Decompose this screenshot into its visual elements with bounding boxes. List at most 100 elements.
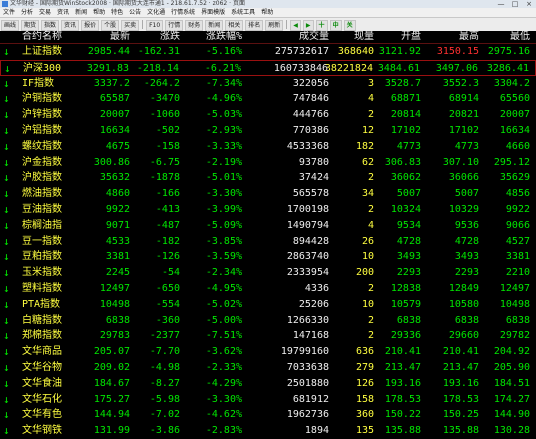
cell-high: 29660 <box>448 330 479 342</box>
toolbar-button[interactable]: 买卖 <box>121 20 140 31</box>
cell-low: 65560 <box>499 93 530 105</box>
cell-change: -502 <box>155 124 180 136</box>
toolbar-button[interactable]: ◀ <box>290 20 301 31</box>
cell-last: 35632 <box>99 172 130 184</box>
table-row[interactable]: ↓ PTA指数 10498 -554 -5.02% 25206 10 10579 10580 10… <box>0 297 536 313</box>
table-row[interactable]: ↓ 文华钢铁 131.99 -3.86 -2.83% 1894 135 135.88 135.8… <box>0 423 536 439</box>
toolbar-button[interactable]: 画线 <box>1 20 20 31</box>
menu-item[interactable]: 特色 <box>108 8 126 17</box>
menu-item[interactable]: 分析 <box>18 8 36 17</box>
cell-last: 2985.44 <box>87 46 130 57</box>
toolbar-button[interactable]: F10 <box>146 20 164 31</box>
col-header-low[interactable]: 最低 <box>510 31 530 43</box>
table-row[interactable]: ↓ 沪深300 3291.83 -218.14 -6.21% 160733846 38221… <box>0 59 536 76</box>
toolbar-button[interactable]: 资讯 <box>61 20 80 31</box>
toolbar-button[interactable]: 排名 <box>245 20 264 31</box>
col-header-pct[interactable]: 涨跌幅% <box>206 31 242 43</box>
cell-open: 178.53 <box>384 393 421 405</box>
col-header-name[interactable]: 合约名称 <box>22 31 62 43</box>
close-button[interactable]: × <box>522 0 536 8</box>
toolbar-button[interactable]: 十 <box>315 20 328 31</box>
menu-item[interactable]: 交易 <box>36 8 54 17</box>
menu-item[interactable]: 公告 <box>126 8 144 17</box>
menu-item[interactable]: 界面模版 <box>198 8 228 17</box>
table-row[interactable]: ↓ 文华有色 144.94 -7.02 -4.62% 1962736 360 150.22 15… <box>0 407 536 423</box>
table-row[interactable]: ↓ 沪锌指数 20007 -1060 -5.03% 444766 2 20814 20821 20… <box>0 107 536 123</box>
cell-pct: -2.19% <box>205 156 242 168</box>
cell-change: -7.02 <box>149 409 180 421</box>
menu-item[interactable]: 帮助 <box>90 8 108 17</box>
table-row[interactable]: ↓ 沪铜指数 65587 -3470 -4.96% 747846 4 68871 68914 65… <box>0 91 536 107</box>
cell-name: 郑棉指数 <box>22 330 62 342</box>
menu-item[interactable]: 文化通 <box>144 8 168 17</box>
cell-low: 174.27 <box>493 393 530 405</box>
quote-table-header: 合约名称 最新 涨跌 涨跌幅% 成交量 现量 开盘 最高 最低 <box>0 31 536 44</box>
cell-current: 126 <box>355 377 374 389</box>
down-arrow-icon: ↓ <box>3 187 10 201</box>
toolbar-button[interactable]: 指数 <box>41 20 60 31</box>
app-icon <box>2 1 8 7</box>
table-row[interactable]: ↓ 文华食油 184.67 -8.27 -4.29% 2501880 126 193.16 19… <box>0 376 536 392</box>
cell-high: 68914 <box>448 93 479 105</box>
cell-pct: -4.62% <box>205 409 242 421</box>
toolbar-button[interactable]: 财务 <box>185 20 204 31</box>
table-row[interactable]: ↓ 豆油指数 9922 -413 -3.99% 1700198 2 10324 10329 992… <box>0 202 536 218</box>
toolbar-button[interactable]: 中 <box>329 20 342 31</box>
cell-volume: 894428 <box>292 235 329 247</box>
cell-pct: -5.00% <box>205 314 242 326</box>
toolbar-button[interactable]: 期货 <box>21 20 40 31</box>
toolbar-button[interactable]: 新闻 <box>205 20 224 31</box>
table-row[interactable]: ↓ 郑棉指数 29783 -2377 -7.51% 147168 2 29336 29660 29… <box>0 328 536 344</box>
table-row[interactable]: ↓ IF指数 3337.2 -264.2 -7.34% 322056 3 3528.7 3552… <box>0 76 536 92</box>
toolbar-button[interactable]: ▶ <box>302 20 314 31</box>
menu-item[interactable]: 帮助 <box>258 8 276 17</box>
minimize-button[interactable]: — <box>494 0 508 8</box>
col-header-open[interactable]: 开盘 <box>401 31 421 43</box>
table-row[interactable]: ↓ 塑料指数 12497 -650 -4.95% 4336 2 12838 12849 12497 <box>0 281 536 297</box>
down-arrow-icon: ↓ <box>3 424 10 438</box>
cell-name: 文华有色 <box>22 409 62 421</box>
col-header-high[interactable]: 最高 <box>459 31 479 43</box>
table-row[interactable]: ↓ 文华谷物 209.02 -4.98 -2.33% 7033638 279 213.47 21… <box>0 360 536 376</box>
col-header-change[interactable]: 涨跌 <box>160 31 180 43</box>
cell-last: 144.94 <box>93 409 130 421</box>
maximize-button[interactable]: □ <box>508 0 522 8</box>
cell-last: 131.99 <box>93 425 130 437</box>
cell-current: 3 <box>367 77 374 89</box>
menu-item[interactable]: 文件 <box>0 8 18 17</box>
cell-open: 5007 <box>396 188 421 200</box>
down-arrow-icon: ↓ <box>3 281 10 295</box>
menu-item[interactable]: 新闻 <box>72 8 90 17</box>
menu-item[interactable]: 资讯 <box>54 8 72 17</box>
table-row[interactable]: ↓ 白糖指数 6838 -360 -5.00% 1266330 2 6838 6838 6838 <box>0 313 536 329</box>
cell-volume: 444766 <box>292 109 329 121</box>
cell-low: 4527 <box>505 235 530 247</box>
toolbar-button[interactable]: 报价 <box>81 20 100 31</box>
table-row[interactable]: ↓ 沪铝指数 16634 -502 -2.93% 770386 12 17102 17102 16… <box>0 123 536 139</box>
toolbar-button[interactable]: 刷新 <box>265 20 284 31</box>
table-row[interactable]: ↓ 玉米指数 2245 -54 -2.34% 2333954 200 2293 2293 2210 <box>0 265 536 281</box>
toolbar-button[interactable]: 相关 <box>225 20 244 31</box>
table-row[interactable]: ↓ 棕榈油指 9071 -487 -5.09% 1490794 4 9534 9536 9066 <box>0 218 536 234</box>
down-arrow-icon: ↓ <box>3 92 10 106</box>
table-row[interactable]: ↓ 燃油指数 4860 -166 -3.30% 565578 34 5007 5007 4856 <box>0 186 536 202</box>
cell-pct: -3.99% <box>205 203 242 215</box>
col-header-current[interactable]: 现量 <box>354 31 374 43</box>
toolbar-button[interactable]: 关 <box>343 20 356 31</box>
table-row[interactable]: ↓ 沪胶指数 35632 -1878 -5.01% 37424 2 36062 36066 356… <box>0 170 536 186</box>
col-header-last[interactable]: 最新 <box>110 31 130 43</box>
cell-low: 29782 <box>499 330 530 342</box>
table-row[interactable]: ↓ 文华石化 175.27 -5.98 -3.30% 681912 158 178.53 178… <box>0 392 536 408</box>
menu-item[interactable]: 行情系统 <box>168 8 198 17</box>
col-header-volume[interactable]: 成交量 <box>299 31 329 43</box>
menu-item[interactable]: 系统工具 <box>228 8 258 17</box>
table-row[interactable]: ↓ 沪金指数 300.86 -6.75 -2.19% 93780 62 306.83 307.1… <box>0 155 536 171</box>
table-row[interactable]: ↓ 豆粕指数 3381 -126 -3.59% 2863740 10 3493 3493 3381 <box>0 249 536 265</box>
table-row[interactable]: ↓ 螺纹指数 4675 -158 -3.33% 4533368 182 4773 4773 466… <box>0 139 536 155</box>
toolbar-button[interactable]: 个股 <box>101 20 120 31</box>
table-row[interactable]: ↓ 豆一指数 4533 -182 -3.85% 894428 26 4728 4728 4527 <box>0 234 536 250</box>
table-row[interactable]: ↓ 文华商品 205.07 -7.70 -3.62% 19799160 636 210.41 2… <box>0 344 536 360</box>
cell-pct: -5.03% <box>205 109 242 121</box>
table-row[interactable]: ↓ 上证指数 2985.44 -162.31 -5.16% 275732617 368640… <box>0 44 536 60</box>
toolbar-button[interactable]: 行情 <box>165 20 184 31</box>
